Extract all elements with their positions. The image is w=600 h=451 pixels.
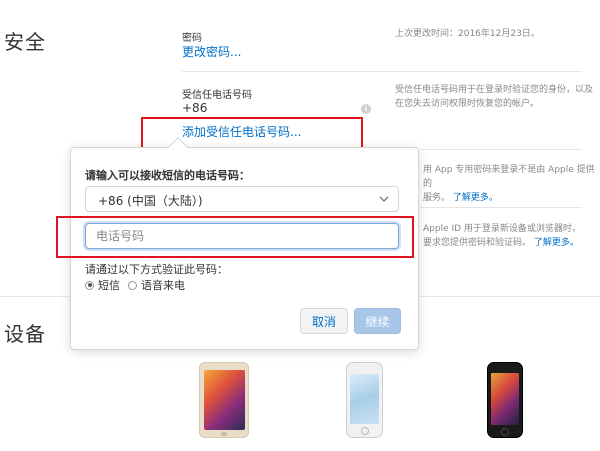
info-icon[interactable]: i (361, 104, 371, 114)
cancel-button[interactable]: 取消 (300, 308, 348, 334)
learn-more-link[interactable]: 了解更多。 (534, 238, 579, 248)
country-code-value: +86 (中国（大陆）) (98, 194, 203, 208)
popover-title: 请输入可以接收短信的电话号码： (85, 169, 250, 182)
app-password-help: 用 App 专用密码来登录不是由 Apple 提供的 服务。 了解更多。 (423, 165, 595, 203)
iphone-silver-image[interactable] (346, 362, 383, 438)
ipad-mini-image[interactable] (199, 362, 249, 438)
learn-more-link[interactable]: 了解更多。 (453, 193, 498, 203)
chevron-down-icon (379, 196, 389, 202)
trusted-phone-number: +86 (182, 101, 208, 115)
country-code-select[interactable]: +86 (中国（大陆）) (85, 186, 399, 212)
change-password-link[interactable]: 更改密码... (182, 43, 241, 60)
apple-id-security-page: 安全 密码 更改密码... 上次更改时间：2016年12月23日。 受信任电话号… (0, 0, 600, 451)
radio-sms[interactable] (85, 280, 94, 290)
radio-voice-label[interactable]: 语音来电 (141, 277, 185, 293)
devices-section-title: 设备 (4, 322, 46, 346)
trusted-phone-help: 受信任电话号码用于在登录时验证您的身份，以及 在您失去访问权限时恢复您的帐户。 (395, 85, 594, 109)
radio-voice[interactable] (128, 280, 137, 290)
divider (182, 71, 582, 72)
divider (420, 207, 582, 208)
trusted-phone-label: 受信任电话号码 (182, 90, 252, 101)
password-label: 密码 (182, 33, 202, 44)
radio-sms-label[interactable]: 短信 (98, 277, 120, 293)
divider (420, 149, 582, 150)
highlight-box-phone-input (56, 216, 414, 258)
two-factor-help: Apple ID 用于登录新设备或浏览器时， 要求您提供密码和验证码。 了解更多… (423, 224, 581, 248)
verify-method-label: 请通过以下方式验证此号码： (85, 263, 228, 276)
verify-method-radios: 短信 语音来电 (85, 278, 193, 292)
security-section-title: 安全 (4, 30, 46, 54)
continue-button[interactable]: 继续 (354, 308, 401, 334)
password-last-changed: 上次更改时间：2016年12月23日。 (395, 29, 540, 39)
iphone-black-image[interactable] (487, 362, 523, 438)
